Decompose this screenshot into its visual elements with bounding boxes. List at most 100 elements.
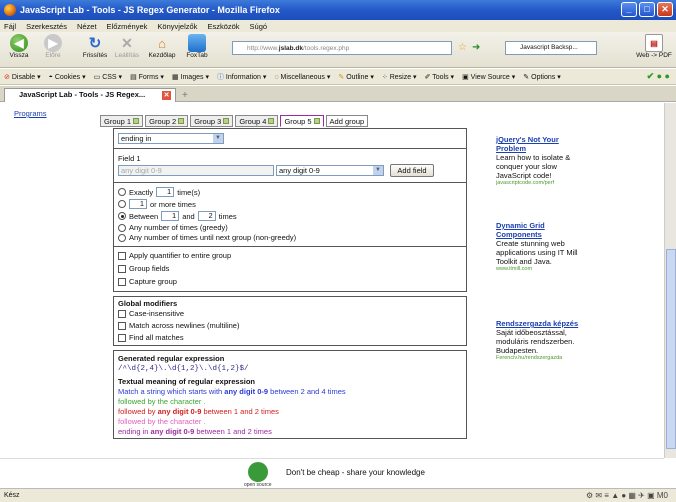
add-field-button[interactable]: Add field xyxy=(390,164,434,177)
foxtab-button[interactable]: FoxTab xyxy=(180,34,214,59)
output-panel: Generated regular expression /^\d{2,4}\.… xyxy=(113,350,467,439)
ad-url[interactable]: javascriptcode.com/perf xyxy=(496,180,586,186)
greedy-row: Any number of times (greedy) xyxy=(118,223,228,232)
apply-quantifier-label: Apply quantifier to entire group xyxy=(129,251,232,260)
group-remove-icon[interactable] xyxy=(223,118,230,124)
field-type-select-value: any digit 0-9 xyxy=(279,166,320,175)
find-all-checkbox[interactable] xyxy=(118,333,126,342)
left-column: Programs xyxy=(14,103,94,118)
group-tab-3[interactable]: Group 3 xyxy=(190,115,234,127)
case-insensitive-checkbox[interactable] xyxy=(118,309,126,318)
firefox-icon xyxy=(4,4,16,16)
go-arrow-icon[interactable]: ➜ xyxy=(472,42,480,53)
group-remove-icon[interactable] xyxy=(178,118,185,124)
ad-url[interactable]: www.itmill.com xyxy=(496,266,586,272)
menu-bookmarks[interactable]: Könyvjelzők xyxy=(157,22,197,31)
group-remove-icon[interactable] xyxy=(313,118,320,124)
greedy-label: Any number of times (greedy) xyxy=(129,223,228,232)
field-value-input[interactable]: any digit 0-9 xyxy=(118,165,274,176)
url-bar[interactable]: http://www. jslab.dk/tools.regex.php xyxy=(232,41,452,55)
web-to-pdf-button[interactable]: ▤ Web -> PDF xyxy=(634,34,674,59)
menu-file[interactable]: Fájl xyxy=(4,22,16,31)
group-tabs: Group 1 Group 2 Group 3 Group 4 Group 5 … xyxy=(100,115,369,127)
back-button[interactable]: ◀ Vissza xyxy=(2,34,36,59)
case-insensitive-label: Case-insensitive xyxy=(129,309,185,318)
dev-view-source[interactable]: ▣ View Source ▾ xyxy=(462,73,515,81)
dev-images[interactable]: ▦ Images ▾ xyxy=(172,73,209,81)
group-tab-4[interactable]: Group 4 xyxy=(235,115,279,127)
tools-icon: ✐ xyxy=(424,73,431,81)
dev-options[interactable]: ✎ Options ▾ xyxy=(523,73,560,81)
exactly-radio[interactable] xyxy=(118,188,126,196)
group-tab-label: Group 1 xyxy=(104,116,132,126)
group-remove-icon[interactable] xyxy=(133,118,140,124)
ad-url[interactable]: Ferenciv.hu/rendszergazda xyxy=(496,355,586,361)
ad-title-link[interactable]: Dynamic Grid Components xyxy=(496,221,586,239)
divider xyxy=(114,246,466,247)
dev-outline[interactable]: ✎ Outline ▾ xyxy=(338,73,373,81)
multiline-checkbox[interactable] xyxy=(118,321,126,330)
close-window-button[interactable]: ✕ xyxy=(657,2,673,17)
add-group-label: Add group xyxy=(329,116,365,126)
reload-button[interactable]: ↻ Frissítés xyxy=(78,34,112,59)
scrollbar-thumb[interactable] xyxy=(666,249,676,449)
browser-tab[interactable]: JavaScript Lab - Tools - JS Regex... ✕ xyxy=(4,88,176,102)
window-title-bar: JavaScript Lab - Tools - JS Regex Genera… xyxy=(0,0,676,20)
dev-resize[interactable]: ⁘ Resize ▾ xyxy=(382,73,417,81)
group-remove-icon[interactable] xyxy=(268,118,275,124)
between-max-input[interactable]: 2 xyxy=(197,211,216,221)
chevron-down-icon: ▼ xyxy=(373,166,383,175)
dev-cookies[interactable]: ◓ Cookies ▾ xyxy=(49,73,86,81)
menu-tools[interactable]: Eszközök xyxy=(207,22,239,31)
group-tab-5[interactable]: Group 5 xyxy=(280,115,324,127)
meaning-text: followed by xyxy=(118,407,158,416)
dev-forms[interactable]: ▤ Forms ▾ xyxy=(130,73,164,81)
exactly-label: Exactly xyxy=(129,187,154,197)
field-label: Field 1 xyxy=(118,154,141,163)
vertical-scrollbar[interactable] xyxy=(664,103,676,458)
ad-title-link[interactable]: jQuery's Not Your Problem xyxy=(496,135,586,153)
group-tab-2[interactable]: Group 2 xyxy=(145,115,189,127)
dev-miscellaneous[interactable]: ◌ Miscellaneous ▾ xyxy=(274,73,330,81)
nongreedy-radio[interactable] xyxy=(118,233,126,242)
case-row: Case-insensitive xyxy=(118,309,184,318)
maximize-button[interactable]: □ xyxy=(639,2,655,17)
between-radio[interactable] xyxy=(118,212,126,220)
more-input[interactable]: 1 xyxy=(129,199,147,209)
field-type-select[interactable]: any digit 0-9 ▼ xyxy=(276,165,384,176)
search-input[interactable]: Javascript Backsp... xyxy=(505,41,597,55)
menu-edit[interactable]: Szerkesztés xyxy=(26,22,67,31)
dev-information[interactable]: ⓘ Information ▾ xyxy=(217,72,266,82)
dev-tools[interactable]: ✐ Tools ▾ xyxy=(425,73,455,81)
programs-link[interactable]: Programs xyxy=(14,109,94,118)
dev-css[interactable]: ▭ CSS ▾ xyxy=(94,73,122,81)
exactly-input[interactable]: 1 xyxy=(156,187,175,197)
greedy-radio[interactable] xyxy=(118,223,126,232)
group-tab-label: Group 4 xyxy=(239,116,267,126)
foxtab-label: FoxTab xyxy=(186,52,208,59)
ad-title-link[interactable]: Rendszergazda képzés xyxy=(496,319,586,328)
navigation-toolbar: ◀ Vissza ▶ Előre ↻ Frissítés ✕ Leállítás… xyxy=(0,32,676,68)
minimize-button[interactable]: _ xyxy=(621,2,637,17)
menu-help[interactable]: Súgó xyxy=(250,22,268,31)
between-min-input[interactable]: 1 xyxy=(161,211,180,221)
menu-view[interactable]: Nézet xyxy=(77,22,97,31)
apply-quantifier-checkbox[interactable] xyxy=(118,251,126,260)
url-prefix: http://www. xyxy=(247,44,279,52)
close-tab-icon[interactable]: ✕ xyxy=(162,91,171,100)
position-select[interactable]: ending in ▼ xyxy=(118,133,224,144)
capture-group-checkbox[interactable] xyxy=(118,277,126,286)
add-group-tab[interactable]: Add group xyxy=(325,115,369,127)
bookmark-star-icon[interactable]: ☆ xyxy=(458,42,467,53)
dev-disable[interactable]: ⊘ Disable ▾ xyxy=(4,73,41,81)
home-button[interactable]: ⌂ Kezdőlap xyxy=(145,34,179,60)
meaning-line: followed by the character . xyxy=(118,397,206,406)
group-tab-1[interactable]: Group 1 xyxy=(100,115,144,127)
meaning-line: Match a string which starts with any dig… xyxy=(118,387,346,396)
group-fields-checkbox[interactable] xyxy=(118,264,126,273)
stop-button[interactable]: ✕ Leállítás xyxy=(110,34,144,60)
forward-button[interactable]: ▶ Előre xyxy=(36,34,70,59)
more-radio[interactable] xyxy=(118,200,126,208)
menu-history[interactable]: Előzmények xyxy=(107,22,148,31)
new-tab-button[interactable]: + xyxy=(182,90,188,101)
